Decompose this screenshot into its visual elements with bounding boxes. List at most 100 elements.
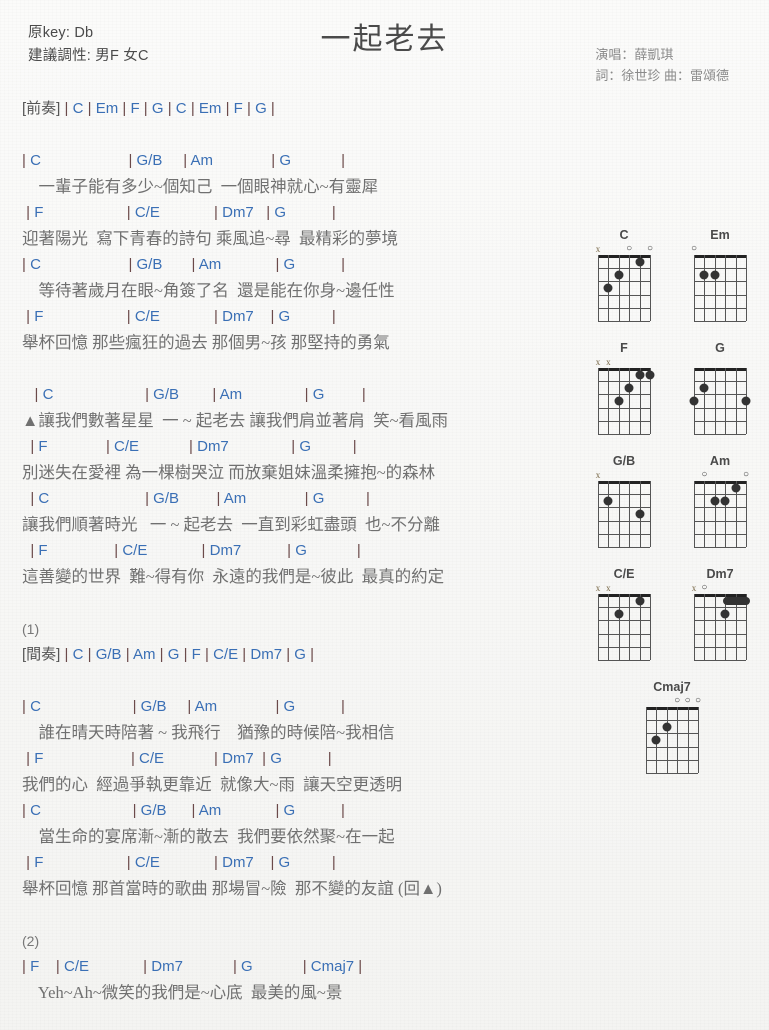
- open-string-icon: ○: [626, 243, 633, 254]
- chord-diagram-em: Em ○: [681, 228, 759, 327]
- chord-diagram-row: Cx ○ ○ Em ○: [575, 228, 769, 327]
- lyric-line: 舉杯回憶 那首當時的歌曲 那場冒~險 那不變的友誼 (回▲): [22, 879, 442, 898]
- finger-dot: [635, 596, 645, 606]
- chord-line: | F | C/E | Dm7 | G |: [30, 438, 357, 455]
- string-line: [698, 707, 699, 773]
- fret-line: [694, 434, 746, 435]
- line-spacer: [22, 668, 575, 694]
- chord-diagram-row: G/B x Am ○ ○: [575, 454, 769, 553]
- string-line: [598, 594, 599, 660]
- string-line: [725, 368, 727, 434]
- string-line: [735, 368, 737, 434]
- finger-dot: [614, 270, 624, 280]
- chord-line: | F | C/E | Dm7 | G |: [26, 750, 332, 767]
- string-line: [714, 368, 716, 434]
- string-line: [666, 707, 668, 773]
- chord-diagram-f: Fxx: [585, 341, 663, 440]
- string-markers: xx: [585, 356, 663, 368]
- fret-line: [598, 420, 650, 422]
- string-markers: ○ ○ ○: [633, 695, 711, 707]
- fret-line: [598, 520, 650, 522]
- string-line: [650, 594, 651, 660]
- string-line: [598, 481, 599, 547]
- fret-line: [694, 268, 746, 270]
- string-line: [746, 255, 747, 321]
- string-markers: x: [585, 469, 663, 481]
- fret-line: [694, 507, 746, 509]
- fret-line: [598, 381, 650, 383]
- string-line: [629, 255, 631, 321]
- fret-line: [694, 520, 746, 522]
- finger-dot: [662, 722, 672, 732]
- string-line: [704, 594, 706, 660]
- fret-line: [646, 759, 698, 761]
- fretboard: [598, 594, 651, 661]
- fret-line: [646, 746, 698, 748]
- finger-dot: [614, 609, 624, 619]
- string-line: [714, 594, 716, 660]
- chord-grid: ○ ○: [681, 469, 759, 553]
- open-string-icon: ○: [694, 695, 702, 706]
- chord-grid: xx: [585, 582, 663, 666]
- fret-line: [694, 620, 746, 622]
- finger-dot: [710, 270, 720, 280]
- string-line: [608, 594, 610, 660]
- fretboard: [646, 707, 699, 774]
- string-line: [714, 481, 716, 547]
- chord-diagram-name: C/E: [613, 567, 635, 581]
- fret-line: [694, 533, 746, 535]
- open-string-icon: ○: [701, 582, 708, 593]
- fret-line: [598, 294, 650, 296]
- writer-credit: 詞：徐世珍 曲：雷頌德: [595, 68, 729, 83]
- section-line: [前奏] | C | Em | F | G | C | Em | F | G |: [22, 100, 275, 117]
- lyric-line: 我們的心 經過爭執更靠近 就像大~雨 讓天空更透明: [22, 775, 403, 794]
- fret-line: [598, 307, 650, 309]
- fret-line: [694, 381, 746, 383]
- fret-line: [598, 660, 650, 661]
- string-markers: x ○ ○: [585, 243, 663, 255]
- fret-line: [694, 660, 746, 661]
- fretboard: [694, 594, 750, 661]
- chord-diagram-row: Fxx G: [575, 341, 769, 440]
- chord-line: | C | G/B | Am | G |: [30, 490, 370, 507]
- chord-line: | C | G/B | Am | G |: [22, 698, 345, 715]
- string-line: [608, 368, 610, 434]
- fret-line: [598, 394, 650, 396]
- fretboard: [694, 255, 747, 322]
- fret-line: [694, 420, 746, 422]
- string-markers: [681, 356, 759, 368]
- open-string-icon: ○: [701, 469, 708, 480]
- lyric-line: 別迷失在愛裡 為一棵樹哭泣 而放棄姐妹溫柔擁抱~的森林: [22, 463, 436, 482]
- string-line: [694, 594, 695, 660]
- chord-grid: ○: [681, 243, 759, 327]
- fret-line: [694, 547, 746, 548]
- chord-grid: x ○: [681, 582, 759, 666]
- fret-line: [598, 268, 650, 270]
- finger-dot: [603, 496, 613, 506]
- fret-line: [598, 646, 650, 648]
- fret-line: [598, 407, 650, 409]
- nut: [694, 255, 746, 258]
- string-line: [687, 707, 689, 773]
- fret-line: [598, 321, 650, 322]
- lyric-line: 當生命的宴席漸~漸的散去 我們要依然聚~在一起: [22, 827, 395, 846]
- string-line: [704, 481, 706, 547]
- chord-grid: xx: [585, 356, 663, 440]
- nut: [646, 707, 698, 710]
- finger-dot: [720, 496, 730, 506]
- fret-line: [694, 294, 746, 296]
- string-line: [650, 481, 651, 547]
- string-markers: ○ ○: [681, 469, 759, 481]
- string-line: [704, 368, 706, 434]
- finger-dot: [720, 609, 730, 619]
- finger-dot: [645, 370, 655, 380]
- chord-diagram-g: G: [681, 341, 759, 440]
- muted-string-icon: x: [595, 470, 601, 480]
- fret-line: [598, 633, 650, 635]
- string-line: [618, 255, 620, 321]
- chord-diagram-row: Cmaj7 ○ ○ ○: [575, 680, 769, 779]
- chord-diagram-name: C: [619, 228, 629, 242]
- string-line: [694, 481, 695, 547]
- lyric-line: 迎著陽光 寫下青春的詩句 乘風追~尋 最精彩的夢境: [22, 229, 399, 248]
- string-line: [629, 481, 631, 547]
